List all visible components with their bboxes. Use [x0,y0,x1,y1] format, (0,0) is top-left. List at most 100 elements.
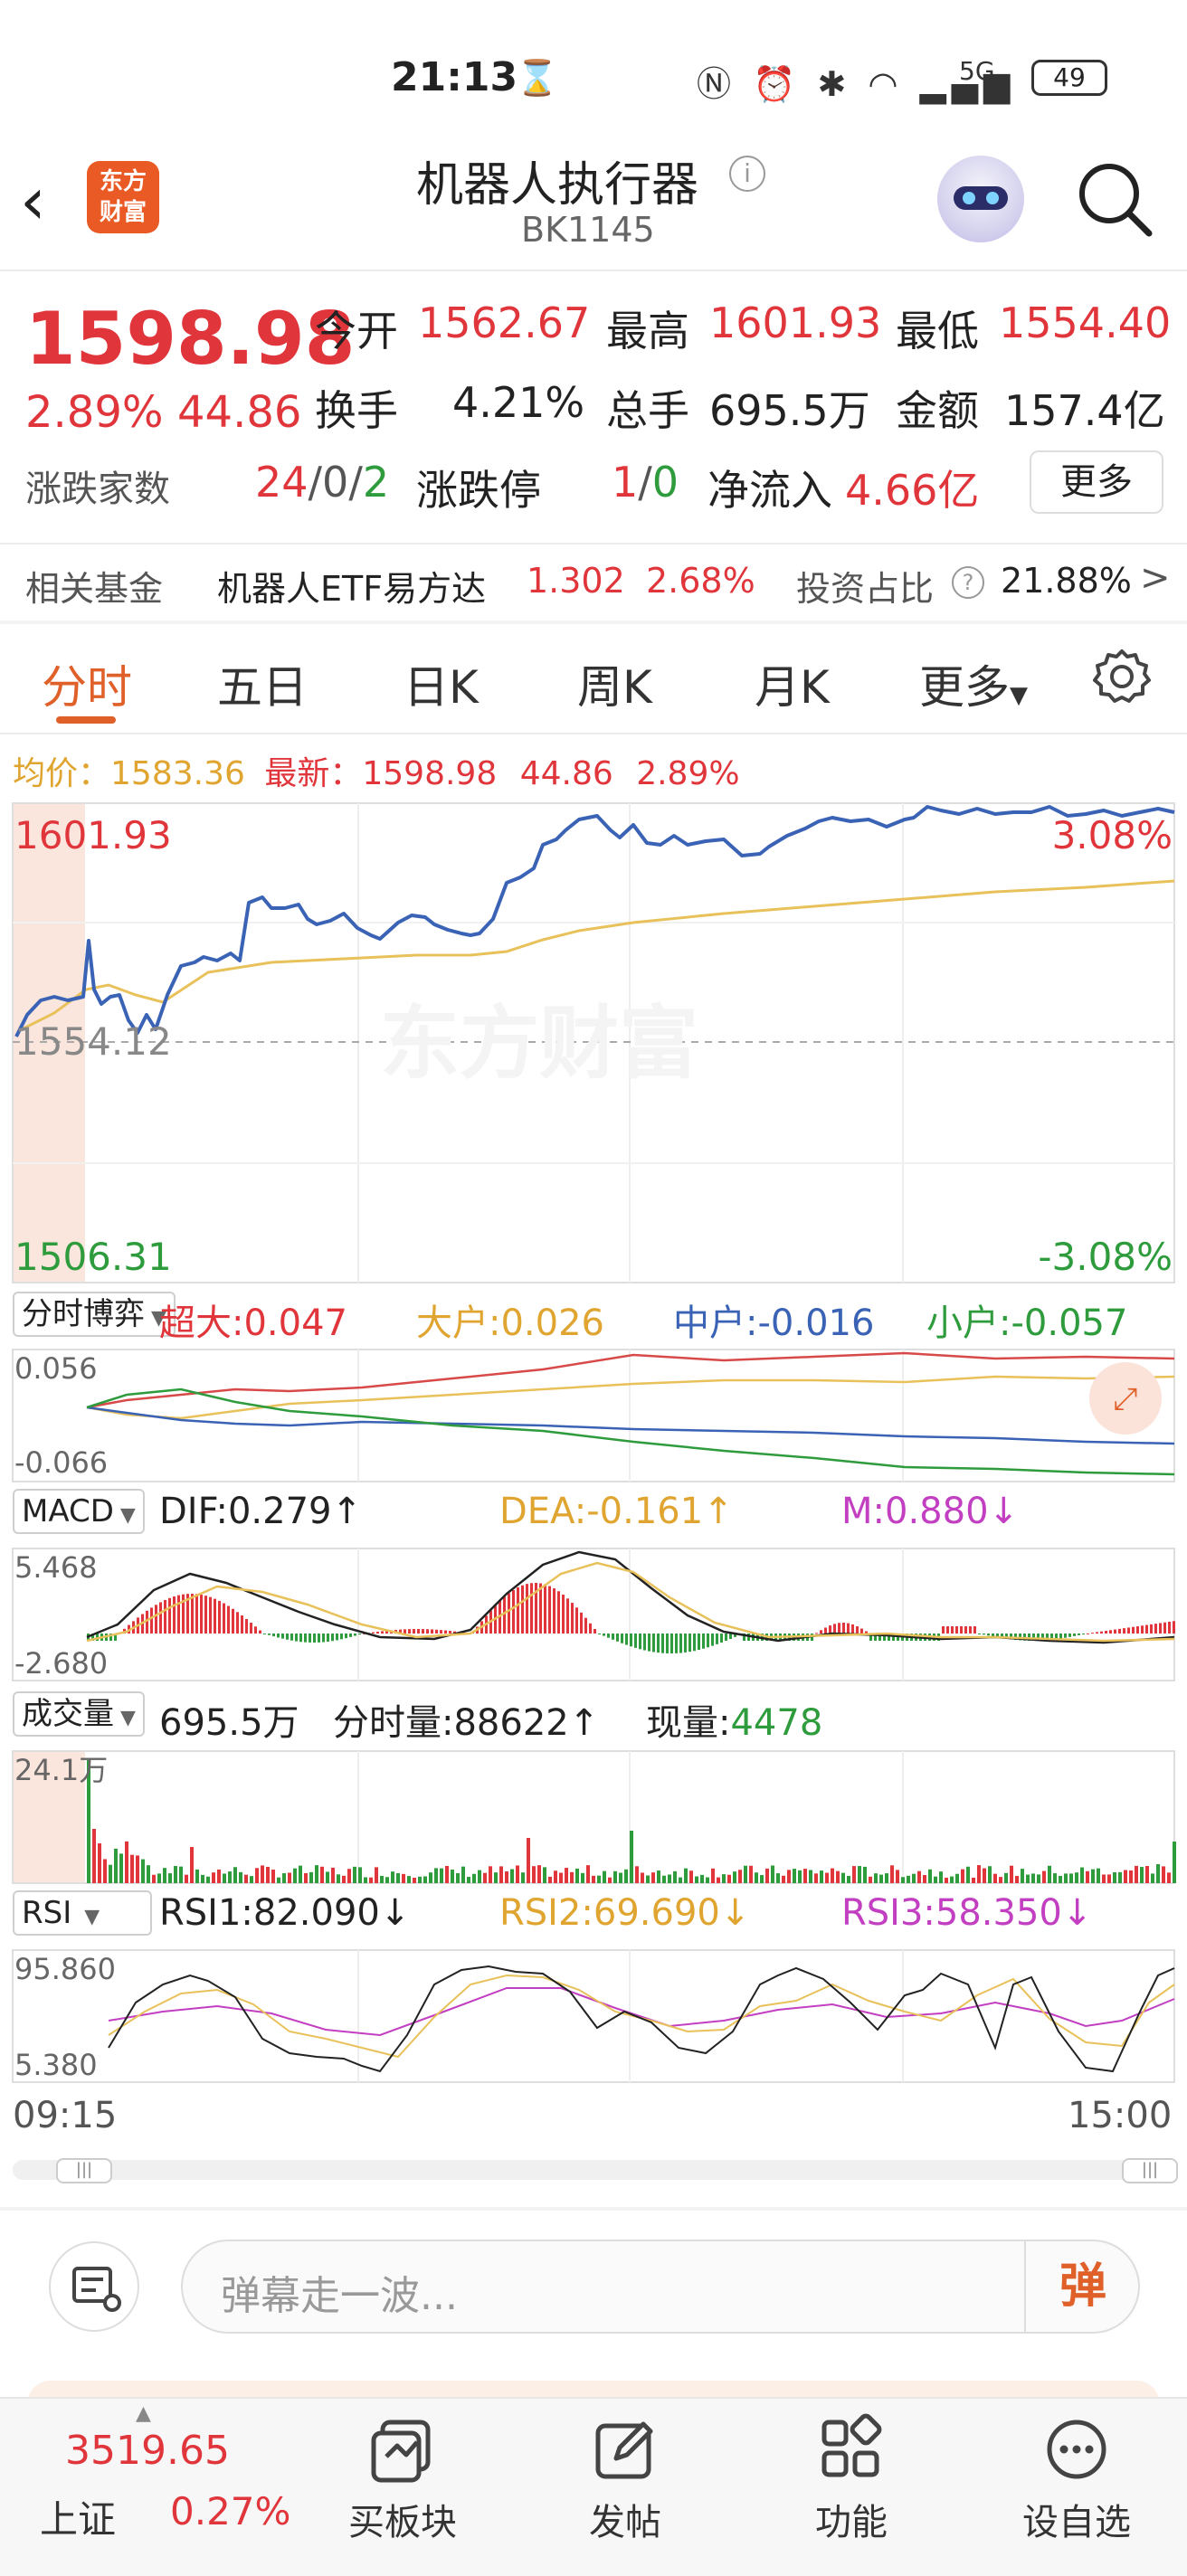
buy-sector-button[interactable]: 买板块 [344,2408,461,2571]
volume-bar [977,1865,981,1883]
macd-bar [521,1585,524,1634]
danmu-settings-icon[interactable] [49,2241,139,2332]
intraday-price-chart[interactable]: 东方财富 1601.93 1554.12 1506.31 3.08% -3.08… [0,800,1187,1284]
volume-bar [510,1869,514,1883]
macd-bar [227,1605,230,1634]
hourglass-icon: ⌛ [516,58,559,98]
macd-chart[interactable]: 5.468 -2.680 [0,1547,1187,1682]
post-button[interactable]: 发帖 [566,2408,684,2571]
volume-now-value: 4478 [730,1702,823,1744]
settings-gear-icon[interactable] [1093,648,1151,706]
index-value[interactable]: 3519.65 [65,2428,230,2474]
tab-daily-k[interactable]: 日K [404,651,479,716]
volume-tick-label: 分时量: [333,1702,454,1744]
volume-bar [342,1875,346,1883]
range-handle-left[interactable]: ||| [56,2158,112,2183]
post-label: 发帖 [589,2502,661,2543]
related-fund-row[interactable]: 相关基金 机器人ETF易方达 1.302 2.68% 投资占比 ? 21.88%… [0,545,1187,620]
fund-flow-chart[interactable]: 0.056 -0.066 ⤢ [0,1348,1187,1483]
fund-flow-selector[interactable]: 分时博弈 ▼ [13,1292,176,1337]
fund-flow-selector-label: 分时博弈 [22,1296,145,1332]
danmu-send-button[interactable]: 弹 [1024,2241,1140,2332]
robot-avatar-icon[interactable] [937,156,1024,242]
rsi1-line [108,1965,1175,2073]
macd-bar [313,1634,316,1643]
macd-bar [544,1584,546,1634]
volume-bar [847,1876,850,1883]
volume-bar [548,1876,552,1883]
macd-bar [648,1634,650,1652]
tab-intraday[interactable]: 分时 [42,651,132,716]
status-bar: 21:13 ⌛ Ⓝ ⏰ ✱ ◠ ▂▄▆ 5G 49 [0,0,1187,145]
index-pct[interactable]: 0.27% [170,2489,290,2533]
volume-bar [733,1871,736,1883]
macd-selector-label: MACD [22,1493,114,1530]
macd-selector[interactable]: MACD ▼ [13,1489,145,1534]
macd-bar [1132,1626,1135,1634]
macd-max-label: 5.468 [14,1550,98,1585]
macd-bar [340,1634,343,1640]
macd-bar [191,1594,194,1634]
macd-bar [200,1595,203,1634]
danmu-divider [0,2207,1187,2211]
volume-bar [185,1874,188,1883]
bottom-bar: ▲ 3519.65 上证 0.27% 买板块 发帖 功能 设自选 [0,2397,1187,2576]
more-button[interactable]: 更多 [1030,450,1163,514]
latest-pct: 2.89% [636,755,740,792]
search-icon[interactable] [1075,159,1156,241]
volume-bar [711,1868,715,1883]
time-range-slider[interactable] [13,2160,1174,2180]
danmu-placeholder: 弹幕走一波... [221,2273,458,2319]
volume-chart[interactable]: 24.1万 [0,1749,1187,1885]
macd-bar [1078,1634,1080,1635]
add-watchlist-button[interactable]: 设自选 [1013,2408,1140,2571]
macd-bar [621,1634,623,1643]
tab-weekly-k[interactable]: 周K [577,651,652,716]
volume-bar [103,1859,107,1883]
volume-bar [1075,1872,1078,1883]
macd-bar [575,1607,578,1634]
tab-monthly-k[interactable]: 月K [755,651,830,716]
macd-bar [951,1626,954,1634]
tab-more[interactable]: 更多▼ [919,651,1028,716]
range-handle-right[interactable]: ||| [1122,2158,1178,2183]
macd-dea-value: -0.161↑ [586,1491,734,1532]
volume-bar [630,1831,633,1883]
rsi-selector[interactable]: RSI ▼ [13,1890,152,1936]
volume-bar [1124,1870,1127,1883]
volume-bar [961,1869,964,1883]
functions-button[interactable]: 功能 [793,2408,910,2571]
volume-bar [1135,1865,1138,1883]
volume-bar [776,1873,780,1883]
macd-bar [833,1624,836,1634]
volume-bar [993,1873,997,1883]
volume-bar [293,1868,297,1883]
macd-bar [820,1630,822,1634]
danmu-input[interactable]: 弹幕走一波... 弹 [181,2240,1140,2334]
macd-bar [729,1634,732,1639]
volume-bar [646,1875,650,1883]
rsi-chart[interactable]: 95.860 5.380 [0,1948,1187,2084]
volume-bar [771,1865,774,1883]
volume-bar [326,1871,329,1883]
index-name[interactable]: 上证 [40,2489,116,2544]
macd-bar [1100,1631,1103,1634]
macd-bar [164,1599,166,1634]
tab-five-day[interactable]: 五日 [217,651,308,716]
page-title: 机器人执行器 [416,158,699,213]
volume-bar [613,1870,617,1883]
back-icon[interactable]: ‹ [20,163,46,239]
macd-bar [245,1618,248,1634]
volume-bar [1107,1874,1111,1883]
macd-bar [657,1634,660,1653]
macd-min-label: -2.680 [14,1646,108,1681]
volume-bar [1086,1870,1089,1883]
macd-bar [711,1634,714,1646]
volume-bar [869,1876,872,1883]
info-icon[interactable]: i [729,156,765,192]
app-logo[interactable]: 东方 财富 [87,161,159,233]
volume-selector[interactable]: 成交量 ▼ [13,1691,145,1737]
macd-bar [177,1595,180,1634]
help-icon[interactable]: ? [952,566,984,599]
macd-dif-value: 0.279↑ [227,1491,363,1532]
